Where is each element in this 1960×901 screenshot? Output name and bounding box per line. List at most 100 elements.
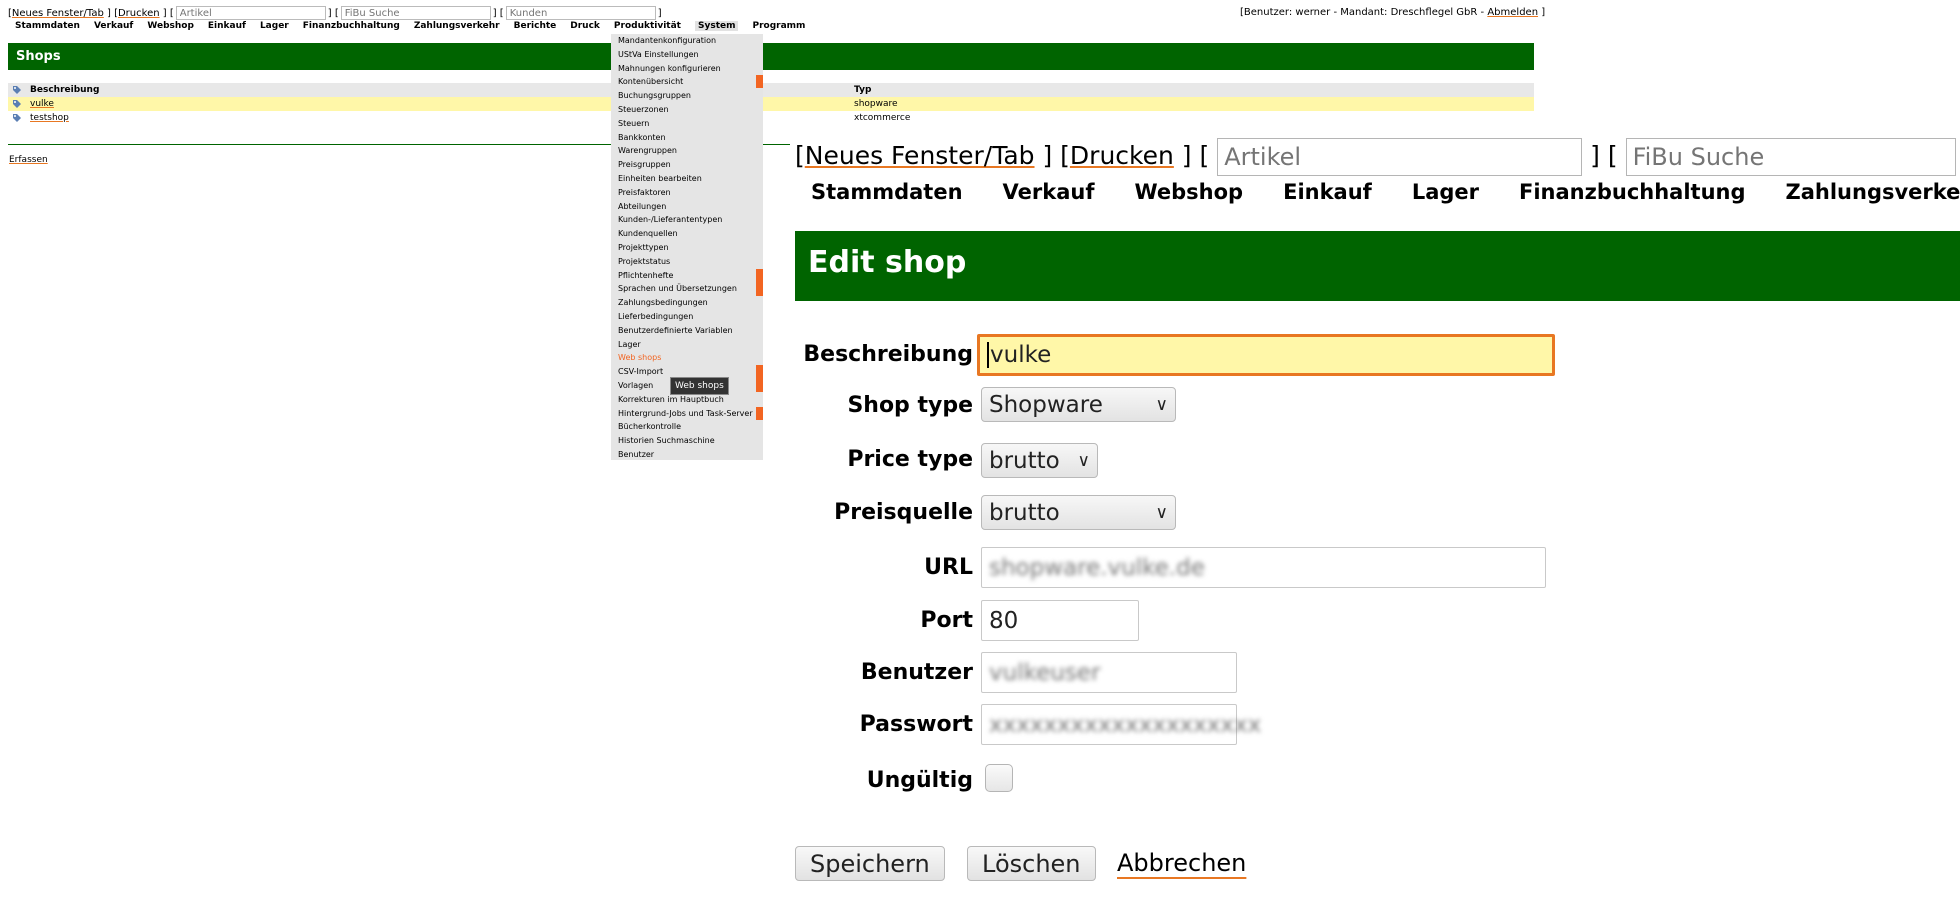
menu-item-label: Korrekturen im Hauptbuch	[618, 394, 724, 404]
menu-lager[interactable]: Lager	[1412, 180, 1479, 204]
menu-verkauf[interactable]: Verkauf	[1003, 180, 1095, 204]
menu-item-historien[interactable]: Historien Suchmaschine	[611, 434, 763, 448]
price-type-value: brutto	[989, 447, 1060, 474]
menu-item-abteilungen[interactable]: Abteilungen	[611, 200, 763, 214]
shop-type-value: Shopware	[989, 391, 1103, 418]
price-type-select[interactable]: brutto ∨	[981, 443, 1098, 478]
print-link[interactable]: Drucken	[118, 8, 160, 19]
menu-item-steuern[interactable]: Steuern	[611, 117, 763, 131]
menu-item-label: Kundenquellen	[618, 229, 678, 239]
menu-item-label: Vorlagen	[618, 380, 654, 390]
article-search-input[interactable]	[1217, 138, 1583, 176]
menu-zahlungsverkehr[interactable]: Zahlungsverkehr	[414, 21, 500, 31]
menu-item-label: Zahlungsbedingungen	[618, 298, 708, 308]
menu-item-preisfaktoren[interactable]: Preisfaktoren	[611, 186, 763, 200]
menu-item-lager[interactable]: Lager	[611, 338, 763, 352]
menu-item-einheiten[interactable]: Einheiten bearbeiten	[611, 172, 763, 186]
menu-item-kontenuebersicht[interactable]: Kontenübersicht	[611, 75, 763, 89]
port-field[interactable]: 80	[981, 600, 1139, 641]
menu-item-label: Bankkonten	[618, 132, 666, 142]
menu-item-kundenquellen[interactable]: Kundenquellen	[611, 227, 763, 241]
description-field[interactable]: vulke	[977, 334, 1555, 376]
menu-item-ustva[interactable]: UStVa Einstellungen	[611, 48, 763, 62]
shop-link[interactable]: vulke	[30, 97, 54, 111]
customer-search-input[interactable]	[505, 6, 656, 20]
menu-verkauf[interactable]: Verkauf	[94, 21, 133, 31]
menu-webshop[interactable]: Webshop	[147, 21, 194, 31]
menu-item-steuerzonen[interactable]: Steuerzonen	[611, 103, 763, 117]
menu-item-mandantenkonfiguration[interactable]: Mandantenkonfiguration	[611, 34, 763, 48]
menu-item-pflichtenhefte[interactable]: Pflichtenhefte	[611, 268, 763, 296]
menu-item-label: Preisfaktoren	[618, 187, 671, 197]
column-description: Beschreibung	[30, 85, 100, 95]
url-field[interactable]: shopware.vulke.de	[981, 547, 1546, 588]
menu-einkauf[interactable]: Einkauf	[208, 21, 246, 31]
column-type: Typ	[854, 85, 872, 95]
menu-webshop[interactable]: Webshop	[1134, 180, 1243, 204]
menu-item-label: Hintergrund-Jobs und Task-Server	[618, 408, 753, 418]
description-value: vulke	[987, 342, 1051, 368]
menu-finanzbuchhaltung[interactable]: Finanzbuchhaltung	[303, 21, 400, 31]
menu-item-label: Abteilungen	[618, 201, 667, 211]
menu-zahlungsverkehr[interactable]: Zahlungsverkehr	[1786, 180, 1960, 204]
menu-item-zahlungsbedingungen[interactable]: Zahlungsbedingungen	[611, 296, 763, 310]
menu-item-label: Preisgruppen	[618, 160, 671, 170]
new-window-link[interactable]: Neues Fenster/Tab	[805, 141, 1035, 170]
new-window-link[interactable]: Neues Fenster/Tab	[12, 8, 104, 19]
menu-item-kundentypen[interactable]: Kunden-/Lieferantentypen	[611, 213, 763, 227]
menu-produktivitaet[interactable]: Produktivität	[614, 21, 681, 31]
menu-item-hintergrund-jobs[interactable]: Hintergrund-Jobs und Task-Server	[611, 406, 763, 421]
password-field[interactable]: xxxxxxxxxxxxxxxxxxxx	[981, 704, 1261, 745]
logout-link[interactable]: Abmelden	[1487, 7, 1538, 18]
user-info-text: [Benutzer: werner - Mandant: Dreschflege…	[1240, 7, 1488, 18]
menu-item-benutzer[interactable]: Benutzer	[611, 448, 763, 462]
menu-item-benutzervariablen[interactable]: Benutzerdefinierte Variablen	[611, 324, 763, 338]
menu-item-label: Historien Suchmaschine	[618, 436, 715, 446]
port-value: 80	[989, 607, 1019, 634]
create-link[interactable]: Erfassen	[9, 155, 48, 165]
price-source-value: brutto	[989, 499, 1060, 526]
shops-page-title: Shops	[8, 43, 1534, 70]
menu-item-warengruppen[interactable]: Warengruppen	[611, 144, 763, 158]
user-field[interactable]: vulkeuser	[981, 652, 1237, 693]
menu-finanzbuchhaltung[interactable]: Finanzbuchhaltung	[1519, 180, 1746, 204]
menu-item-label: Lager	[618, 339, 641, 349]
menu-druck[interactable]: Druck	[570, 21, 600, 31]
print-link[interactable]: Drucken	[1070, 141, 1174, 170]
menu-item-projekttypen[interactable]: Projekttypen	[611, 241, 763, 255]
menu-stammdaten[interactable]: Stammdaten	[811, 180, 963, 204]
table-row[interactable]: vulke shopware	[8, 97, 1534, 111]
invalid-label: Ungültig	[866, 768, 973, 793]
shop-type-select[interactable]: Shopware ∨	[981, 387, 1176, 422]
menu-programm[interactable]: Programm	[752, 21, 805, 31]
menu-item-label: Lieferbedingungen	[618, 311, 694, 321]
delete-button[interactable]: Löschen	[967, 846, 1096, 881]
tag-icon	[13, 100, 21, 108]
menu-item-lieferbedingungen[interactable]: Lieferbedingungen	[611, 310, 763, 324]
chevron-down-icon: ∨	[1077, 450, 1090, 471]
menu-item-web-shops[interactable]: Web shops	[611, 351, 763, 365]
fibu-search-input[interactable]	[340, 6, 491, 20]
menu-einkauf[interactable]: Einkauf	[1283, 180, 1372, 204]
menu-item-mahnungen[interactable]: Mahnungen konfigurieren	[611, 62, 763, 76]
table-row[interactable]: testshop xtcommerce	[8, 111, 1534, 125]
save-button[interactable]: Speichern	[795, 846, 945, 881]
menu-lager[interactable]: Lager	[260, 21, 289, 31]
menu-item-label: Benutzer	[618, 449, 655, 459]
menu-system[interactable]: System	[694, 21, 739, 31]
article-search-input[interactable]	[175, 6, 326, 20]
menu-item-buchungsgruppen[interactable]: Buchungsgruppen	[611, 89, 763, 103]
menu-item-sprachen[interactable]: Sprachen und Übersetzungen	[611, 282, 763, 296]
shop-link[interactable]: testshop	[30, 111, 69, 125]
fibu-search-input[interactable]	[1625, 138, 1956, 176]
chevron-down-icon: ∨	[1155, 394, 1168, 415]
menu-item-buecherkontrolle[interactable]: Bücherkontrolle	[611, 420, 763, 434]
menu-item-bankkonten[interactable]: Bankkonten	[611, 131, 763, 145]
menu-item-projektstatus[interactable]: Projektstatus	[611, 255, 763, 269]
menu-berichte[interactable]: Berichte	[514, 21, 557, 31]
menu-stammdaten[interactable]: Stammdaten	[15, 21, 80, 31]
price-source-select[interactable]: brutto ∨	[981, 495, 1176, 530]
cancel-link[interactable]: Abbrechen	[1117, 849, 1246, 877]
invalid-checkbox[interactable]	[985, 764, 1013, 792]
menu-item-preisgruppen[interactable]: Preisgruppen	[611, 158, 763, 172]
